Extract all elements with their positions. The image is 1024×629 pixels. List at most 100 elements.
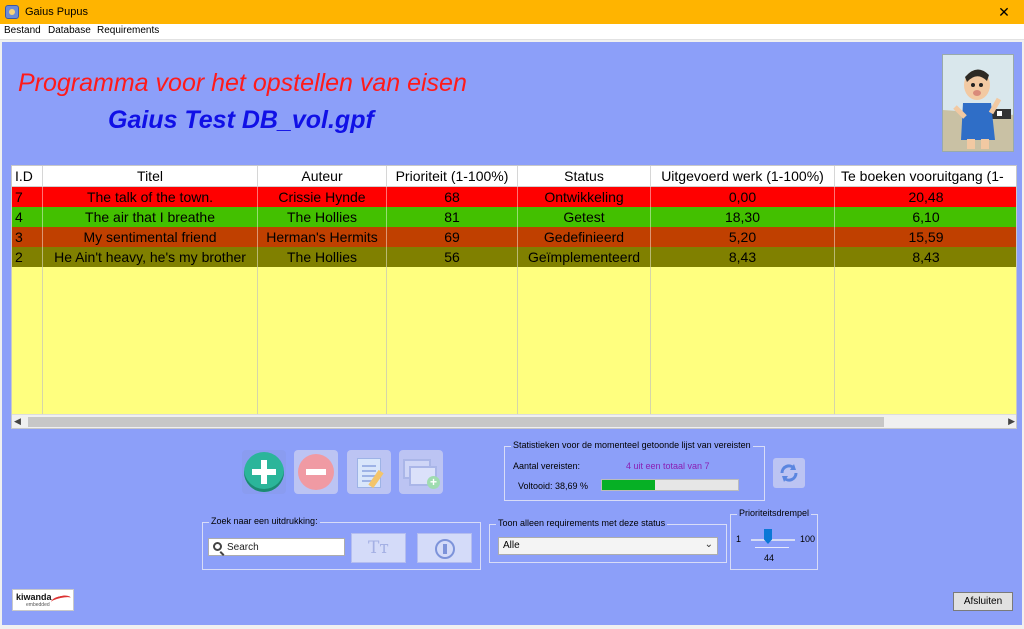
app-window: Gaius Pupus ✕ Bestand Database Requireme… (0, 0, 1024, 629)
cell-progress: 8,43 (835, 247, 1016, 267)
chevron-down-icon: ⌄ (704, 539, 713, 550)
header-priority[interactable]: Prioriteit (1-100%) (387, 166, 518, 187)
completion-progress-bar (601, 479, 739, 491)
cell-priority: 81 (387, 207, 518, 227)
header-work-done[interactable]: Uitgevoerd werk (1-100%) (651, 166, 835, 187)
exact-match-button[interactable] (417, 533, 472, 563)
close-icon[interactable]: ✕ (984, 0, 1024, 24)
header-id[interactable]: I.D (12, 166, 43, 187)
add-icon (244, 452, 284, 492)
mascot-image (942, 54, 1014, 152)
cell-id: 4 (12, 207, 43, 227)
status-filter-group: Toon alleen requirements met deze status… (489, 518, 727, 563)
priority-slider-track[interactable] (751, 539, 795, 541)
count-label: Aantal vereisten: (513, 461, 581, 471)
table-row[interactable]: 4 The air that I breathe The Hollies 81 … (12, 207, 1016, 227)
cell-work-done: 8,43 (651, 247, 835, 267)
cell-author: Herman's Hermits (258, 227, 387, 247)
cell-priority: 69 (387, 227, 518, 247)
window-bottom-edge (0, 625, 1024, 629)
cell-author: The Hollies (258, 247, 387, 267)
menu-bestand[interactable]: Bestand (4, 25, 41, 36)
menu-bar: Bestand Database Requirements (0, 24, 1024, 40)
cell-status: Ontwikkeling (518, 187, 651, 207)
cell-title: The talk of the town. (43, 187, 258, 207)
cell-priority: 56 (387, 247, 518, 267)
plus-badge-icon: + (427, 476, 440, 489)
window-title: Gaius Pupus (25, 6, 88, 18)
search-field[interactable] (208, 538, 345, 556)
app-icon (5, 5, 19, 19)
cell-work-done: 0,00 (651, 187, 835, 207)
search-group: Zoek naar een uitdrukking: Tт (202, 516, 481, 570)
cell-id: 3 (12, 227, 43, 247)
header-progress[interactable]: Te boeken vooruitgang (1- (835, 166, 1016, 187)
database-name: Gaius Test DB_vol.gpf (108, 106, 374, 134)
search-icon (213, 542, 222, 551)
kiwanda-logo: kiwanda embedded (12, 589, 74, 611)
priority-threshold-group: Prioriteitsdrempel 1 100 44 (730, 508, 818, 570)
priority-slider-thumb[interactable] (764, 529, 772, 544)
logo-swoosh (50, 594, 72, 606)
edit-requirement-button[interactable] (347, 450, 391, 494)
logo-sub: embedded (26, 602, 50, 608)
page-subtitle: Programma voor het opstellen van eisen (18, 69, 467, 97)
header-title[interactable]: Titel (43, 166, 258, 187)
exit-button[interactable]: Afsluiten (953, 592, 1013, 611)
cell-progress: 6,10 (835, 207, 1016, 227)
cell-title: He Ain't heavy, he's my brother (43, 247, 258, 267)
search-legend: Zoek naar een uitdrukking: (209, 516, 320, 526)
refresh-icon (780, 464, 798, 482)
cell-author: The Hollies (258, 207, 387, 227)
table-row[interactable]: 3 My sentimental friend Herman's Hermits… (12, 227, 1016, 247)
priority-slider-ticks (755, 547, 789, 550)
menu-requirements[interactable]: Requirements (97, 25, 159, 36)
header-author[interactable]: Auteur (258, 166, 387, 187)
remove-requirement-button[interactable] (294, 450, 338, 494)
statistics-group: Statistieken voor de momenteel getoonde … (504, 440, 765, 501)
cell-title: The air that I breathe (43, 207, 258, 227)
cell-work-done: 5,20 (651, 227, 835, 247)
count-value: 4 uit een totaal van 7 (626, 461, 710, 471)
cell-id: 2 (12, 247, 43, 267)
cell-status: Gedefinieerd (518, 227, 651, 247)
title-bar: Gaius Pupus ✕ (0, 0, 1024, 24)
copy-requirement-button[interactable]: + (399, 450, 443, 494)
cell-progress: 15,59 (835, 227, 1016, 247)
logo-name: kiwanda (16, 592, 52, 602)
table-header: I.D Titel Auteur Prioriteit (1-100%) Sta… (12, 166, 1016, 187)
cell-progress: 20,48 (835, 187, 1016, 207)
scroll-thumb[interactable] (28, 417, 884, 427)
refresh-button[interactable] (773, 458, 805, 488)
cell-priority: 68 (387, 187, 518, 207)
menu-database[interactable]: Database (48, 25, 91, 36)
remove-icon (298, 454, 334, 490)
priority-legend: Prioriteitsdrempel (737, 508, 812, 518)
priority-max-label: 100 (800, 534, 816, 544)
add-requirement-button[interactable] (242, 450, 286, 494)
status-filter-value: Alle (503, 540, 520, 551)
cell-title: My sentimental friend (43, 227, 258, 247)
header-status[interactable]: Status (518, 166, 651, 187)
completed-label: Voltooid: 38,69 % (518, 481, 589, 491)
cell-id: 7 (12, 187, 43, 207)
table-row[interactable]: 7 The talk of the town. Crissie Hynde 68… (12, 187, 1016, 207)
cell-status: Getest (518, 207, 651, 227)
case-icon: Tт (368, 538, 389, 558)
priority-min-label: 1 (736, 534, 742, 544)
search-input[interactable] (227, 540, 342, 554)
cell-author: Crissie Hynde (258, 187, 387, 207)
table-row[interactable]: 2 He Ain't heavy, he's my brother The Ho… (12, 247, 1016, 267)
scroll-right-icon[interactable]: ▶ (1008, 416, 1015, 427)
priority-value: 44 (764, 553, 775, 563)
case-sensitive-button[interactable]: Tт (351, 533, 406, 563)
exact-match-icon (435, 539, 455, 559)
cell-status: Geïmplementeerd (518, 247, 651, 267)
cell-work-done: 18,30 (651, 207, 835, 227)
horizontal-scrollbar[interactable]: ◀ ▶ (12, 414, 1016, 428)
completion-progress-fill (602, 480, 655, 490)
status-filter-select[interactable]: Alle ⌄ (498, 537, 718, 555)
status-filter-legend: Toon alleen requirements met deze status (496, 518, 668, 528)
scroll-left-icon[interactable]: ◀ (14, 416, 21, 427)
requirements-table[interactable]: I.D Titel Auteur Prioriteit (1-100%) Sta… (11, 165, 1017, 429)
